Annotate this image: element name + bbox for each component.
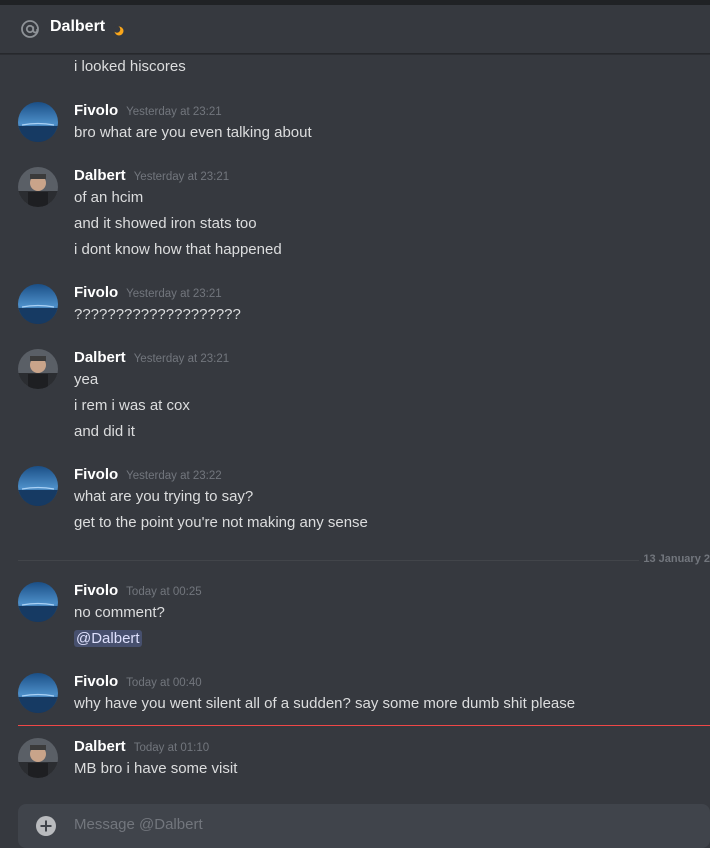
message-text: i dont know how that happened — [74, 241, 282, 258]
avatar-image — [18, 349, 58, 389]
message-header: Dalbert Today at 01:10 — [74, 738, 209, 755]
message-header: Fivolo Yesterday at 23:22 — [74, 466, 222, 483]
message-header: Dalbert Yesterday at 23:21 — [74, 167, 229, 184]
message-composer[interactable]: Message @Dalbert — [18, 804, 710, 848]
message-text: what are you trying to say? — [74, 488, 254, 505]
timestamp: Yesterday at 23:21 — [126, 288, 222, 300]
avatar[interactable] — [18, 349, 58, 389]
new-messages-divider — [18, 725, 710, 726]
avatar-image — [18, 466, 58, 506]
avatar[interactable] — [18, 102, 58, 142]
date-divider-label: 13 January 2 — [639, 553, 710, 565]
timestamp: Today at 00:25 — [126, 586, 202, 598]
message-header: Fivolo Yesterday at 23:21 — [74, 102, 222, 119]
moon-icon — [114, 26, 124, 36]
channel-header: Dalbert — [0, 5, 710, 54]
author-name[interactable]: Dalbert — [74, 349, 126, 366]
avatar-image — [18, 167, 58, 207]
message-list[interactable]: i looked hiscores Fivolo Yesterday at 23:… — [0, 54, 710, 800]
message-text: @Dalbert — [74, 630, 142, 647]
message-text: get to the point you're not making any s… — [74, 514, 368, 531]
timestamp: Yesterday at 23:21 — [126, 106, 222, 118]
dm-recipient-name: Dalbert — [50, 18, 106, 35]
avatar-image — [18, 738, 58, 778]
message-text: and it showed iron stats too — [74, 215, 257, 232]
author-name[interactable]: Dalbert — [74, 738, 126, 755]
avatar[interactable] — [18, 167, 58, 207]
avatar[interactable] — [18, 466, 58, 506]
message-text: bro what are you even talking about — [74, 124, 312, 141]
message-header: Dalbert Yesterday at 23:21 — [74, 349, 229, 366]
message-text: no comment? — [74, 604, 165, 621]
message-input[interactable]: Message @Dalbert — [74, 816, 203, 833]
message-text: ???????????????????? — [74, 306, 241, 323]
timestamp: Yesterday at 23:21 — [133, 171, 230, 183]
avatar[interactable] — [18, 284, 58, 324]
at-icon — [21, 20, 39, 38]
author-name[interactable]: Fivolo — [74, 466, 118, 483]
avatar-image — [18, 102, 58, 142]
message-text: and did it — [74, 423, 135, 440]
author-name[interactable]: Fivolo — [74, 284, 118, 301]
date-divider: 13 January 2 — [18, 553, 710, 565]
message-header: Fivolo Yesterday at 23:21 — [74, 284, 222, 301]
avatar[interactable] — [18, 582, 58, 622]
message-text: MB bro i have some visit — [74, 760, 238, 777]
avatar-image — [18, 582, 58, 622]
message-header: Fivolo Today at 00:25 — [74, 582, 202, 599]
author-name[interactable]: Dalbert — [74, 167, 126, 184]
timestamp: Yesterday at 23:21 — [133, 353, 230, 365]
message-text: why have you went silent all of a sudden… — [74, 695, 576, 712]
avatar[interactable] — [18, 738, 58, 778]
avatar-image — [18, 284, 58, 324]
timestamp: Today at 00:40 — [126, 677, 202, 689]
author-name[interactable]: Fivolo — [74, 673, 118, 690]
plus-circle-icon[interactable] — [35, 815, 57, 837]
author-name[interactable]: Fivolo — [74, 582, 118, 599]
message-text: i rem i was at cox — [74, 397, 190, 414]
avatar-image — [18, 673, 58, 713]
message-text: i looked hiscores — [74, 58, 186, 75]
message-header: Fivolo Today at 00:40 — [74, 673, 202, 690]
message-text: yea — [74, 371, 99, 388]
timestamp: Today at 01:10 — [133, 742, 210, 754]
message-text: of an hcim — [74, 189, 144, 206]
author-name[interactable]: Fivolo — [74, 102, 118, 119]
user-mention[interactable]: @Dalbert — [74, 630, 142, 647]
avatar[interactable] — [18, 673, 58, 713]
timestamp: Yesterday at 23:22 — [126, 470, 222, 482]
